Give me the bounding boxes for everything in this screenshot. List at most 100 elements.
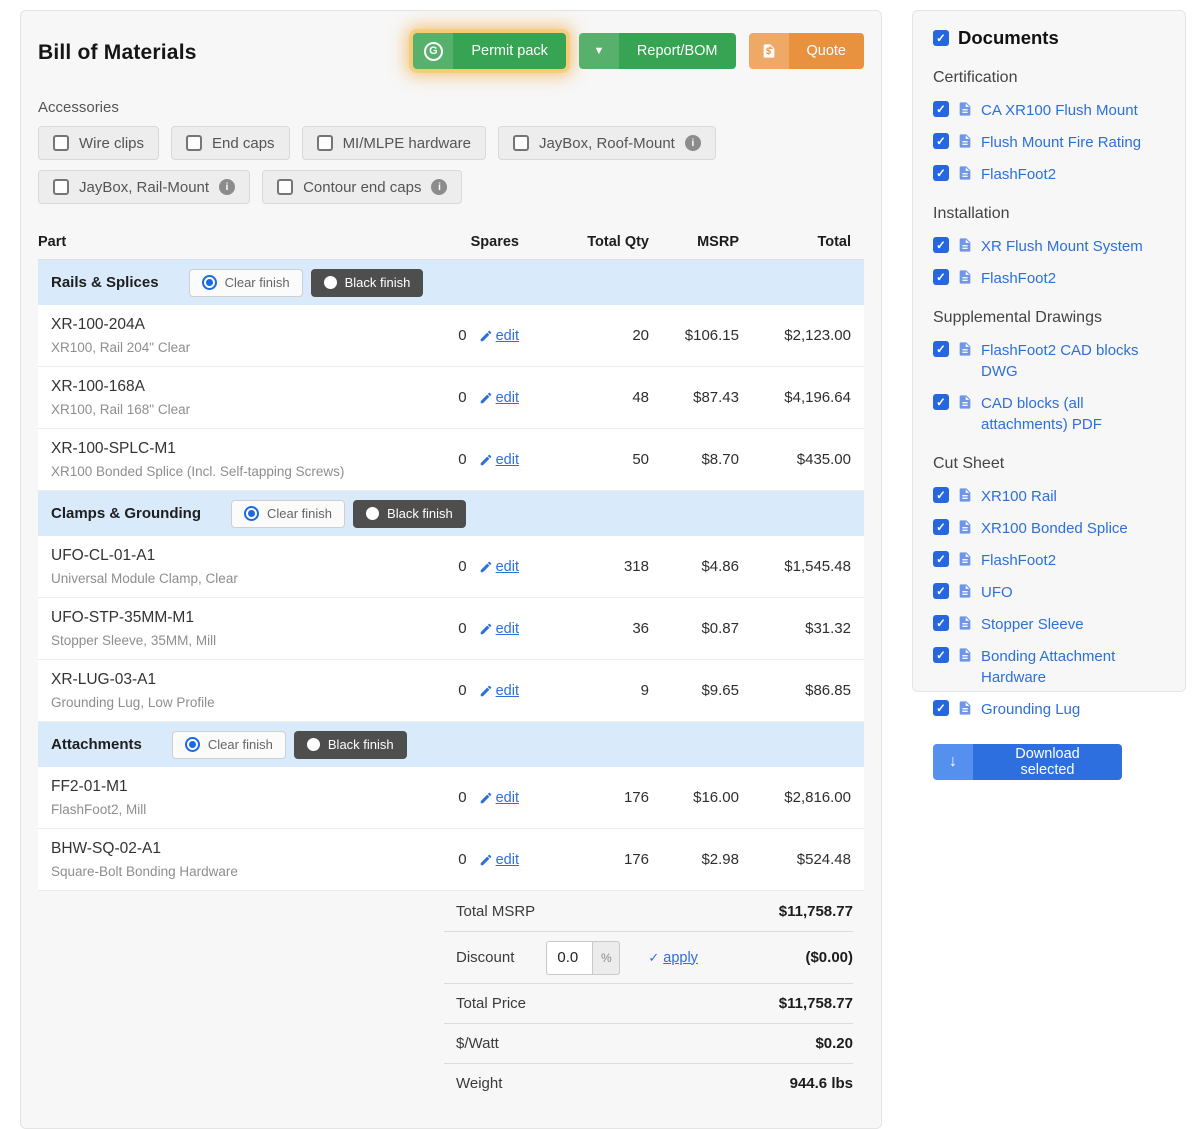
document-item: ✓ Stopper Sleeve: [933, 614, 1165, 635]
report-bom-button[interactable]: ▼ Report/BOM: [579, 33, 736, 69]
total-price-row: Total Price $11,758.77: [444, 983, 853, 1023]
clear-finish-button[interactable]: Clear finish: [189, 269, 303, 297]
spares-cell: 0edit: [419, 327, 519, 344]
black-finish-button[interactable]: Black finish: [311, 269, 424, 297]
edit-spares-link[interactable]: edit: [479, 790, 519, 806]
document-link[interactable]: XR100 Bonded Splice: [981, 518, 1128, 539]
section-name: Attachments: [51, 736, 142, 753]
discount-label: Discount: [456, 949, 514, 966]
document-link[interactable]: Bonding Attachment Hardware: [981, 646, 1165, 688]
permit-pack-button[interactable]: G Permit pack: [413, 33, 566, 69]
total-qty-value: 9: [519, 682, 649, 699]
checkbox-unchecked: [53, 135, 69, 151]
msrp-value: $9.65: [649, 682, 739, 699]
edit-label: edit: [496, 621, 519, 637]
document-link[interactable]: FlashFoot2: [981, 164, 1056, 185]
edit-label: edit: [496, 328, 519, 344]
document-checkbox[interactable]: ✓: [933, 133, 949, 149]
documents-checkbox[interactable]: ✓: [933, 30, 949, 46]
document-item: ✓ Grounding Lug: [933, 699, 1165, 720]
document-checkbox[interactable]: ✓: [933, 647, 949, 663]
finish-label: Black finish: [328, 737, 394, 752]
accessories-list: Wire clips End caps MI/MLPE hardware JayBox…: [38, 126, 864, 204]
download-selected-button[interactable]: ↓ Download selected: [933, 744, 1122, 780]
document-checkbox[interactable]: ✓: [933, 519, 949, 535]
total-price-value: $11,758.77: [779, 995, 853, 1012]
table-row: UFO-STP-35MM-M1Stopper Sleeve, 35MM, Mil…: [38, 598, 864, 660]
msrp-value: $8.70: [649, 451, 739, 468]
apply-discount-link[interactable]: ✓ apply: [648, 950, 698, 966]
clear-finish-button[interactable]: Clear finish: [172, 731, 286, 759]
accessory-checkbox-end-caps[interactable]: End caps: [171, 126, 290, 160]
document-checkbox[interactable]: ✓: [933, 700, 949, 716]
document-link[interactable]: Flush Mount Fire Rating: [981, 132, 1141, 153]
edit-spares-link[interactable]: edit: [479, 452, 519, 468]
edit-spares-link[interactable]: edit: [479, 621, 519, 637]
weight-row: Weight 944.6 lbs: [444, 1063, 853, 1103]
part-number: XR-100-168A: [51, 378, 419, 396]
part-cell: UFO-CL-01-A1Universal Module Clamp, Clea…: [38, 547, 419, 586]
documents-title: Documents: [958, 27, 1059, 49]
edit-spares-link[interactable]: edit: [479, 852, 519, 868]
document-link[interactable]: Grounding Lug: [981, 699, 1080, 720]
document-checkbox[interactable]: ✓: [933, 551, 949, 567]
document-checkbox[interactable]: ✓: [933, 487, 949, 503]
section-header-clamps-grounding: Clamps & GroundingClear finishBlack fini…: [38, 491, 864, 536]
info-icon[interactable]: i: [431, 179, 447, 195]
file-icon: [957, 647, 973, 663]
document-link[interactable]: CAD blocks (all attachments) PDF: [981, 393, 1165, 435]
edit-spares-link[interactable]: edit: [479, 390, 519, 406]
accessory-checkbox-wire-clips[interactable]: Wire clips: [38, 126, 159, 160]
accessory-checkbox-mi-mlpe-hardware[interactable]: MI/MLPE hardware: [302, 126, 486, 160]
document-link[interactable]: XR Flush Mount System: [981, 236, 1143, 257]
quote-button[interactable]: $ Quote: [749, 33, 865, 69]
dollar-per-watt-value: $0.20: [815, 1035, 853, 1052]
accessory-checkbox-contour-end-caps[interactable]: Contour end capsi: [262, 170, 462, 204]
document-checkbox[interactable]: ✓: [933, 583, 949, 599]
spares-value: 0: [458, 789, 466, 806]
accessory-label: JayBox, Rail-Mount: [79, 179, 209, 196]
clear-finish-button[interactable]: Clear finish: [231, 500, 345, 528]
document-checkbox[interactable]: ✓: [933, 237, 949, 253]
document-link[interactable]: XR100 Rail: [981, 486, 1057, 507]
document-link[interactable]: FlashFoot2 CAD blocks DWG: [981, 340, 1165, 382]
file-icon: [957, 341, 973, 357]
document-link[interactable]: FlashFoot2: [981, 550, 1056, 571]
document-group-label: Installation: [933, 205, 1165, 223]
document-checkbox[interactable]: ✓: [933, 615, 949, 631]
document-checkbox[interactable]: ✓: [933, 165, 949, 181]
edit-spares-link[interactable]: edit: [479, 683, 519, 699]
total-value: $31.32: [739, 620, 851, 637]
pencil-icon: [479, 853, 493, 867]
document-link[interactable]: FlashFoot2: [981, 268, 1056, 289]
edit-spares-link[interactable]: edit: [479, 328, 519, 344]
info-icon[interactable]: i: [685, 135, 701, 151]
document-checkbox[interactable]: ✓: [933, 101, 949, 117]
dollar-per-watt-label: $/Watt: [456, 1035, 499, 1052]
table-header: Part Spares Total Qty MSRP Total: [38, 224, 864, 260]
header: Bill of Materials G Permit pack ▼ Report…: [38, 33, 864, 69]
table-row: UFO-CL-01-A1Universal Module Clamp, Clea…: [38, 536, 864, 598]
document-link[interactable]: Stopper Sleeve: [981, 614, 1084, 635]
edit-spares-link[interactable]: edit: [479, 559, 519, 575]
info-icon[interactable]: i: [219, 179, 235, 195]
document-link[interactable]: CA XR100 Flush Mount: [981, 100, 1138, 121]
spares-cell: 0edit: [419, 682, 519, 699]
column-part: Part: [38, 234, 419, 250]
document-checkbox[interactable]: ✓: [933, 341, 949, 357]
black-finish-button[interactable]: Black finish: [353, 500, 466, 528]
accessory-checkbox-jaybox-roof-mount[interactable]: JayBox, Roof-Mounti: [498, 126, 716, 160]
document-checkbox[interactable]: ✓: [933, 269, 949, 285]
total-value: $86.85: [739, 682, 851, 699]
finish-toggle: Clear finish Black finish: [231, 500, 466, 528]
document-link[interactable]: UFO: [981, 582, 1013, 603]
percent-suffix: %: [592, 941, 620, 975]
document-checkbox[interactable]: ✓: [933, 394, 949, 410]
accessory-checkbox-jaybox-rail-mount[interactable]: JayBox, Rail-Mount i: [38, 170, 250, 204]
discount-input[interactable]: [546, 941, 592, 975]
table-body: Rails & SplicesClear finishBlack finishX…: [38, 260, 864, 891]
black-finish-button[interactable]: Black finish: [294, 731, 407, 759]
document-item: ✓ XR100 Bonded Splice: [933, 518, 1165, 539]
document-item: ✓ Flush Mount Fire Rating: [933, 132, 1165, 153]
file-icon: [957, 519, 973, 535]
